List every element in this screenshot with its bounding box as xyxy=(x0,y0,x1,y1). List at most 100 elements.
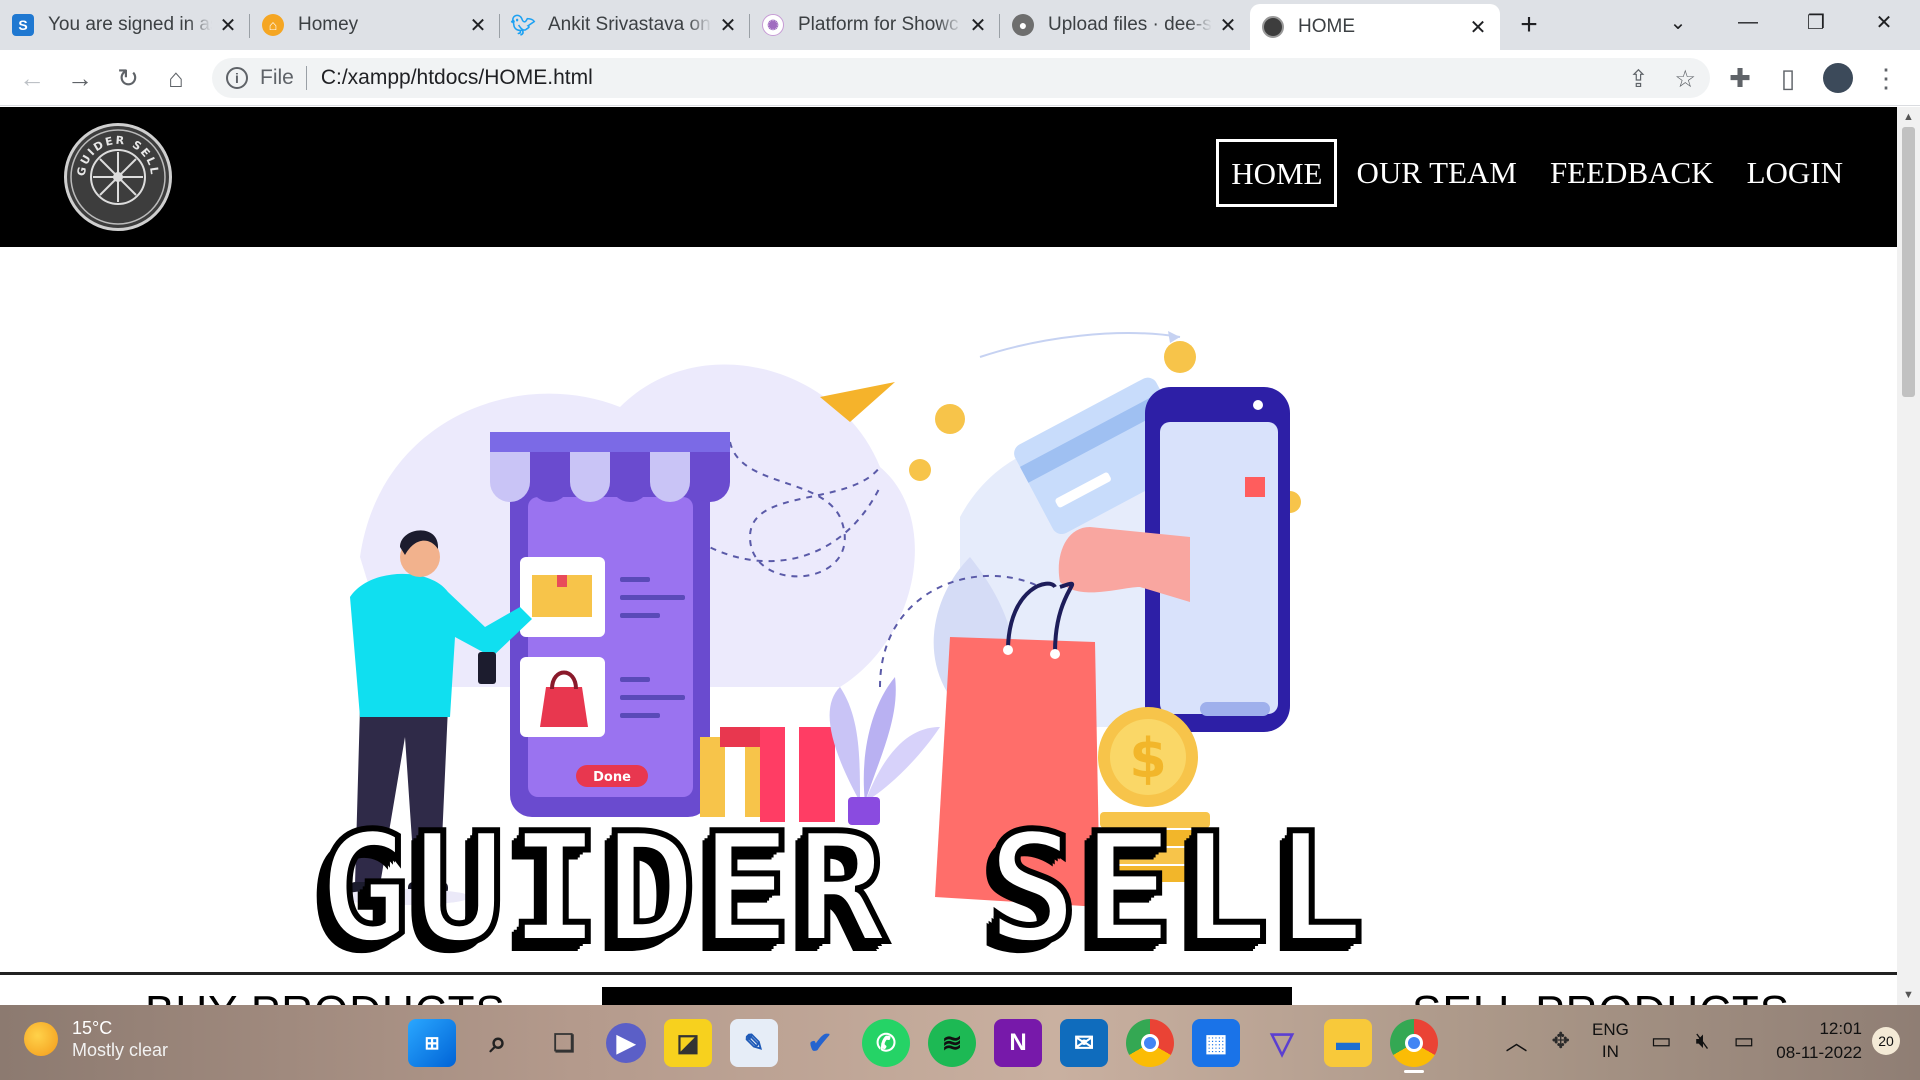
weather-icon xyxy=(24,1022,58,1056)
guider-sell-logo[interactable]: GUIDER SELL xyxy=(64,123,172,231)
s-app-icon: S xyxy=(12,14,34,36)
nav-our-team[interactable]: OUR TEAM xyxy=(1342,141,1530,205)
homey-icon: ⌂ xyxy=(262,14,284,36)
done-button-label: Done xyxy=(593,770,631,785)
section-divider xyxy=(0,972,1897,975)
tab-bar: S You are signed in as ✕ ⌂ Homey ✕ 🐦︎ An… xyxy=(0,0,1920,50)
tab-search-icon[interactable]: ⌄ xyxy=(1650,0,1706,44)
sell-products-heading: SELL PRODUCTS xyxy=(1412,987,1790,1005)
dropbox-icon[interactable]: ✥ xyxy=(1552,1028,1570,1054)
chevron-up-icon[interactable]: ︿ xyxy=(1506,1025,1528,1057)
site-icon xyxy=(1262,16,1284,38)
browser-tab[interactable]: 🐦︎ Ankit Srivastava on ✕ xyxy=(500,4,750,46)
restore-icon[interactable]: ❐ xyxy=(1788,0,1844,44)
browser-tab-active[interactable]: HOME ✕ xyxy=(1250,4,1500,50)
tab-title: HOME xyxy=(1298,16,1355,37)
calendar-icon[interactable]: ▦ xyxy=(1192,1019,1240,1067)
sticky-notes-icon[interactable]: ◪ xyxy=(664,1019,712,1067)
file-explorer-icon[interactable]: ▬ xyxy=(1324,1019,1372,1067)
scroll-up-icon[interactable]: ▲ xyxy=(1897,107,1920,127)
language-indicator[interactable]: ENG IN xyxy=(1592,1019,1629,1063)
tab-title: Homey xyxy=(298,14,359,35)
site-header: GUIDER SELL HOME OUR TEAM FEEDBACK LOGIN xyxy=(0,107,1897,247)
svg-text:$: $ xyxy=(1129,727,1167,790)
coin-icon xyxy=(909,459,931,481)
search-icon[interactable]: ⌕ xyxy=(474,1019,522,1067)
close-window-icon[interactable]: ✕ xyxy=(1856,0,1912,44)
whiteboard-icon[interactable]: ✎ xyxy=(730,1019,778,1067)
main-nav: HOME OUR TEAM FEEDBACK LOGIN xyxy=(1216,139,1857,207)
system-tray: ︿ ✥ ENG IN ▭ 🔇︎ ▭ 12:01 08-11-2022 20 xyxy=(1494,1017,1900,1065)
brand-wordmark: GUIDER SELL xyxy=(315,800,1369,977)
browser-toolbar: ← → ↻ ⌂ i File C:/xampp/htdocs/HOME.html… xyxy=(0,50,1920,106)
back-icon[interactable]: ← xyxy=(12,58,52,98)
weather-temp: 15°C xyxy=(72,1018,113,1038)
todo-icon[interactable]: ✔ xyxy=(796,1019,844,1067)
profile-avatar[interactable] xyxy=(1818,58,1858,98)
address-bar[interactable]: i File C:/xampp/htdocs/HOME.html ⇪ ☆ xyxy=(212,58,1710,98)
network-icon[interactable]: ▭ xyxy=(1651,1028,1672,1054)
close-icon[interactable]: ✕ xyxy=(1468,15,1488,40)
lang-code: ENG xyxy=(1591,1020,1629,1039)
page-viewport: GUIDER SELL HOME OUR TEAM FEEDBACK LOGIN xyxy=(0,107,1897,1005)
media-box[interactable] xyxy=(602,987,1292,1005)
forward-icon[interactable]: → xyxy=(60,58,100,98)
teams-chat-icon[interactable]: ▶ xyxy=(606,1023,646,1063)
tab-title: Upload files · dee-s xyxy=(1048,14,1212,35)
close-icon[interactable]: ✕ xyxy=(718,13,738,38)
nav-feedback[interactable]: FEEDBACK xyxy=(1536,141,1728,205)
scroll-down-icon[interactable]: ▼ xyxy=(1897,985,1920,1005)
spotify-icon[interactable]: ≋ xyxy=(928,1019,976,1067)
chrome-profile-icon[interactable] xyxy=(1390,1019,1438,1073)
twitter-icon: 🐦︎ xyxy=(510,14,536,37)
chrome-icon[interactable] xyxy=(1126,1019,1174,1067)
clock-time: 12:01 xyxy=(1819,1019,1862,1038)
bookmark-star-icon[interactable]: ☆ xyxy=(1674,65,1696,94)
extensions-icon[interactable]: ✚ xyxy=(1720,58,1760,98)
close-icon[interactable]: ✕ xyxy=(218,13,238,38)
minimize-icon[interactable]: — xyxy=(1720,0,1776,44)
clock[interactable]: 12:01 08-11-2022 xyxy=(1776,1017,1862,1065)
start-icon[interactable]: ⊞ xyxy=(408,1019,456,1067)
coin-icon xyxy=(1164,341,1196,373)
browser-tab[interactable]: ● Upload files · dee-s ✕ xyxy=(1000,4,1250,46)
browser-tab[interactable]: ✺ Platform for Showc ✕ xyxy=(750,4,1000,46)
nav-home[interactable]: HOME xyxy=(1216,139,1338,207)
reload-icon[interactable]: ↻ xyxy=(108,58,148,98)
address-url[interactable]: C:/xampp/htdocs/HOME.html xyxy=(321,66,593,90)
onenote-icon[interactable]: N xyxy=(994,1019,1042,1067)
platform-icon: ✺ xyxy=(762,14,784,36)
browser-tab[interactable]: ⌂ Homey ✕ xyxy=(250,4,500,46)
weather-desc: Mostly clear xyxy=(72,1040,169,1060)
page-scrollbar[interactable]: ▲ ▼ xyxy=(1897,107,1920,1005)
side-panel-icon[interactable]: ▯ xyxy=(1768,58,1808,98)
notification-badge[interactable]: 20 xyxy=(1872,1027,1900,1055)
tab-title: Platform for Showc xyxy=(798,14,959,35)
info-icon[interactable]: i xyxy=(226,67,248,89)
lang-region: IN xyxy=(1601,1042,1619,1061)
tab-title: Ankit Srivastava on xyxy=(548,14,711,35)
close-icon[interactable]: ✕ xyxy=(468,13,488,38)
home-icon[interactable]: ⌂ xyxy=(156,58,196,98)
close-icon[interactable]: ✕ xyxy=(1218,13,1238,38)
nav-login[interactable]: LOGIN xyxy=(1733,141,1857,205)
task-view-icon[interactable]: ❏ xyxy=(540,1019,588,1067)
windows-taskbar: 15°C Mostly clear ⊞ ⌕ ❏ ▶ ◪ ✎ ✔ ✆ ≋ N ✉ … xyxy=(0,1005,1920,1080)
close-icon[interactable]: ✕ xyxy=(968,13,988,38)
volume-muted-icon[interactable]: 🔇︎ xyxy=(1696,1028,1710,1054)
weather-widget[interactable]: 15°C Mostly clear xyxy=(24,1017,168,1061)
vpn-icon[interactable]: ▽ xyxy=(1258,1019,1306,1067)
address-scheme: File xyxy=(260,66,294,89)
battery-icon[interactable]: ▭ xyxy=(1734,1028,1755,1054)
tab-title: You are signed in as xyxy=(48,14,212,35)
new-tab-button[interactable]: + xyxy=(1508,4,1550,46)
github-icon: ● xyxy=(1012,14,1034,36)
coin-icon xyxy=(935,404,965,434)
scroll-thumb[interactable] xyxy=(1902,127,1915,397)
menu-icon[interactable]: ⋮ xyxy=(1866,58,1906,98)
taskbar-apps: ⊞ ⌕ ❏ ▶ ◪ ✎ ✔ ✆ ≋ N ✉ ▦ ▽ ▬ xyxy=(408,1019,1438,1073)
whatsapp-icon[interactable]: ✆ xyxy=(862,1019,910,1067)
share-icon[interactable]: ⇪ xyxy=(1628,65,1648,94)
mail-icon[interactable]: ✉ xyxy=(1060,1019,1108,1067)
browser-tab[interactable]: S You are signed in as ✕ xyxy=(0,4,250,46)
